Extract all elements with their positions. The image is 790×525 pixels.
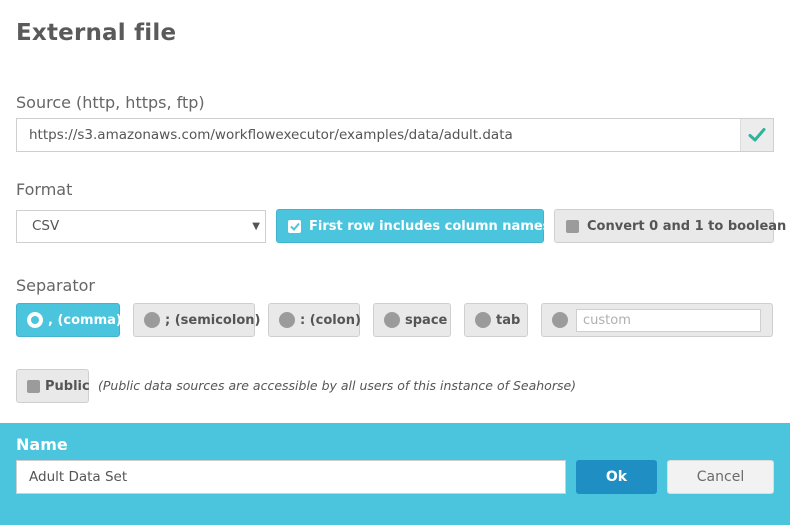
format-selected-value: CSV xyxy=(32,218,60,234)
separator-comma[interactable]: , (comma) xyxy=(16,303,122,337)
radio-selected-icon xyxy=(27,312,43,328)
source-label: Source (http, https, ftp) xyxy=(16,93,205,112)
radio-unselected-icon xyxy=(475,312,491,328)
dropdown-arrow-icon: ▼ xyxy=(252,221,260,232)
separator-label: Separator xyxy=(16,276,95,295)
custom-separator-input[interactable] xyxy=(576,308,761,332)
dialog-title: External file xyxy=(16,20,177,46)
public-toggle[interactable]: Public xyxy=(16,369,90,403)
cancel-button[interactable]: Cancel xyxy=(667,460,774,494)
checkbox-checked-icon xyxy=(288,219,301,233)
checkmark-icon xyxy=(740,119,773,151)
checkbox-unchecked-icon xyxy=(566,219,579,233)
separator-custom[interactable] xyxy=(541,303,773,337)
source-field xyxy=(16,118,774,152)
public-label: Public xyxy=(45,378,90,394)
separator-space-label: space xyxy=(405,312,448,328)
format-select[interactable]: CSV ▼ xyxy=(16,210,266,243)
convert-boolean-toggle[interactable]: Convert 0 and 1 to boolean xyxy=(554,209,786,243)
name-input[interactable] xyxy=(16,460,566,494)
radio-unselected-icon xyxy=(144,312,160,328)
format-label: Format xyxy=(16,180,73,199)
ok-button[interactable]: Ok xyxy=(576,460,657,494)
separator-colon[interactable]: : (colon) xyxy=(268,303,361,337)
separator-tab-label: tab xyxy=(496,312,521,328)
name-label: Name xyxy=(16,435,68,454)
convert-boolean-label: Convert 0 and 1 to boolean xyxy=(587,218,787,234)
public-note: (Public data sources are accessible by a… xyxy=(98,378,577,393)
source-url-input[interactable] xyxy=(17,119,741,151)
separator-semicolon[interactable]: ; (semicolon) xyxy=(133,303,260,337)
name-footer: Name Ok Cancel xyxy=(0,423,790,525)
first-row-names-toggle[interactable]: First row includes column names xyxy=(276,209,550,243)
radio-unselected-icon xyxy=(279,312,295,328)
checkbox-unchecked-icon xyxy=(27,379,40,393)
separator-comma-label: , (comma) xyxy=(48,312,122,328)
separator-space[interactable]: space xyxy=(373,303,451,337)
first-row-names-label: First row includes column names xyxy=(309,218,551,234)
separator-tab[interactable]: tab xyxy=(464,303,528,337)
separator-colon-label: : (colon) xyxy=(300,312,361,328)
radio-unselected-icon[interactable] xyxy=(552,312,568,328)
radio-unselected-icon xyxy=(384,312,400,328)
separator-semicolon-label: ; (semicolon) xyxy=(165,312,261,328)
